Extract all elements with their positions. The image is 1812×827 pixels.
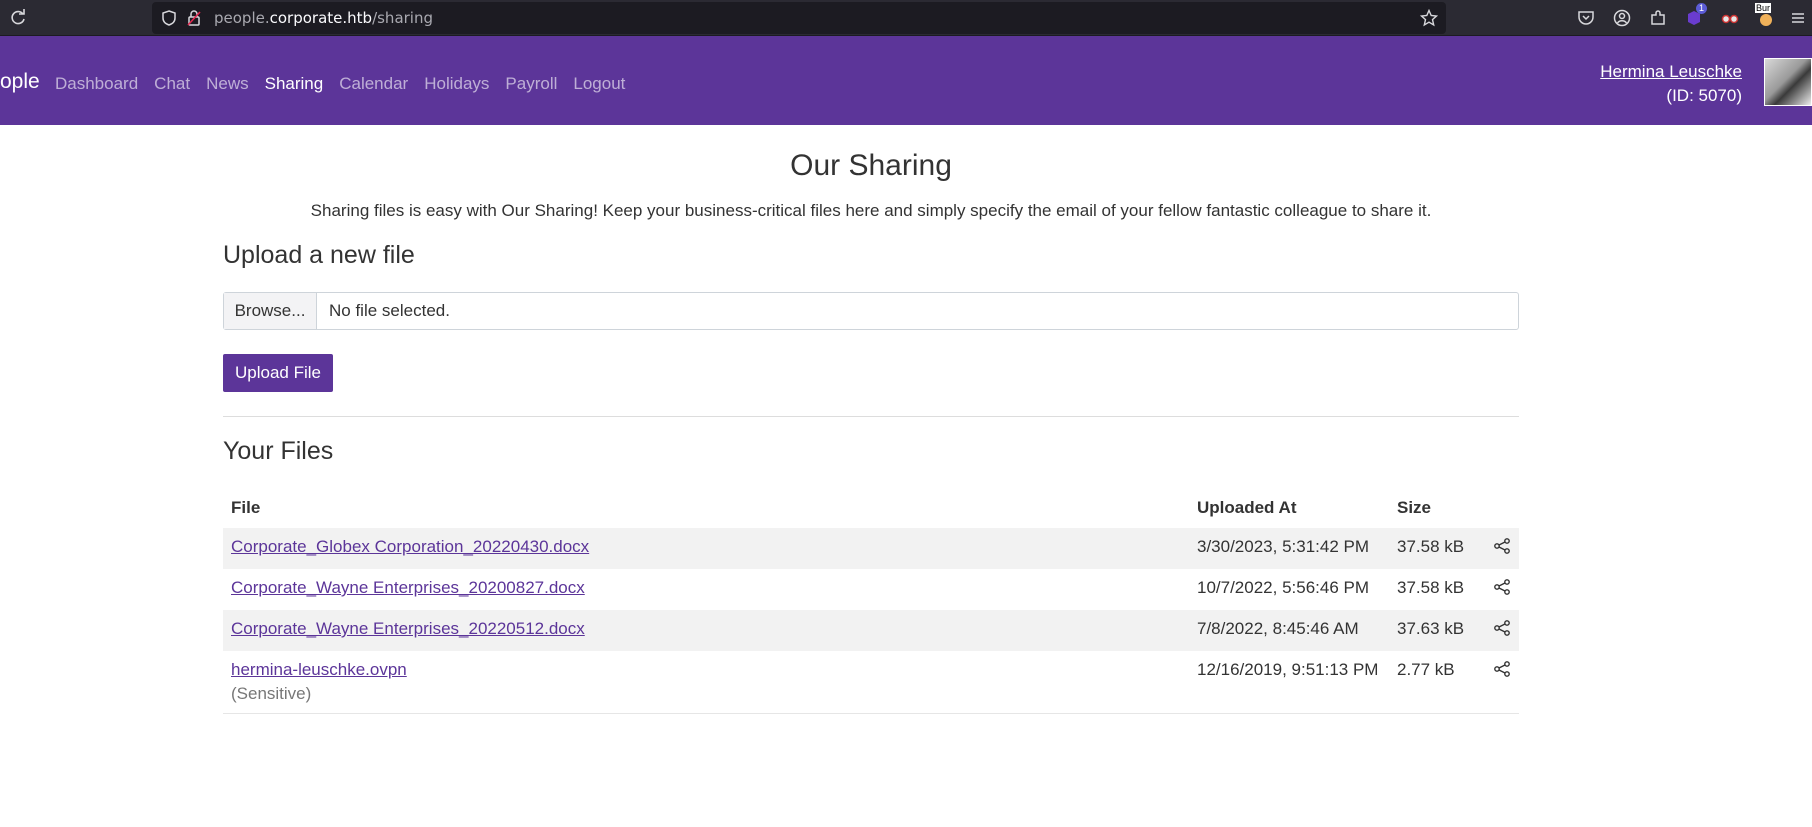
browser-toolbar: people.corporate.htb/sharing 1 Bur xyxy=(0,0,1812,36)
lock-insecure-icon[interactable] xyxy=(185,9,203,27)
uploaded-at: 10/7/2022, 5:56:46 PM xyxy=(1197,578,1370,597)
nav-link-dashboard[interactable]: Dashboard xyxy=(55,74,138,94)
nav-link-calendar[interactable]: Calendar xyxy=(339,74,408,94)
uploaded-at: 7/8/2022, 8:45:46 AM xyxy=(1189,610,1389,651)
page-title: Our Sharing xyxy=(790,149,952,182)
pocket-icon[interactable] xyxy=(1568,0,1604,36)
file-link[interactable]: Corporate_Wayne Enterprises_20220512.doc… xyxy=(231,619,585,638)
user-name-link[interactable]: Hermina Leuschke xyxy=(1600,62,1742,81)
extension-foxyproxy-icon[interactable]: 1 xyxy=(1676,0,1712,36)
shield-icon[interactable] xyxy=(160,9,178,27)
share-icon[interactable] xyxy=(1493,578,1511,596)
account-icon[interactable] xyxy=(1604,0,1640,36)
nav-link-chat[interactable]: Chat xyxy=(154,74,190,94)
header-file: File xyxy=(231,498,261,517)
file-size: 2.77 kB xyxy=(1389,651,1484,714)
header-size: Size xyxy=(1397,498,1432,517)
divider xyxy=(223,416,1519,417)
file-status: No file selected. xyxy=(329,301,450,320)
file-size: 37.63 kB xyxy=(1389,610,1484,651)
table-row: hermina-leuschke.ovpn (Sensitive) 12/16/2… xyxy=(223,651,1519,714)
extension-badge: 1 xyxy=(1695,3,1707,14)
upload-heading: Upload a new file xyxy=(223,241,415,269)
file-size: 37.58 kB xyxy=(1389,528,1484,569)
extension-label: Bur xyxy=(1755,3,1772,13)
extensions-puzzle-icon[interactable] xyxy=(1640,0,1676,36)
sensitive-label: (Sensitive) xyxy=(231,684,312,703)
uploaded-at: 3/30/2023, 5:31:42 PM xyxy=(1189,528,1389,569)
nav-link-news[interactable]: News xyxy=(206,74,249,94)
nav-link-logout[interactable]: Logout xyxy=(573,74,625,94)
nav-link-holidays[interactable]: Holidays xyxy=(424,74,489,94)
extension-glasses-icon[interactable] xyxy=(1712,0,1748,36)
file-input[interactable]: Browse... No file selected. xyxy=(223,292,1519,330)
avatar[interactable] xyxy=(1764,58,1812,106)
reload-icon[interactable] xyxy=(8,8,28,28)
site-navbar: ople Dashboard Chat News Sharing Calenda… xyxy=(0,36,1812,125)
files-heading: Your Files xyxy=(223,437,334,465)
share-icon[interactable] xyxy=(1493,619,1511,637)
menu-icon[interactable] xyxy=(1784,0,1812,36)
user-info: Hermina Leuschke (ID: 5070) xyxy=(1600,60,1742,108)
page-intro: Sharing files is easy with Our Sharing! … xyxy=(310,201,1432,220)
share-icon[interactable] xyxy=(1493,537,1511,555)
address-bar[interactable]: people.corporate.htb/sharing xyxy=(152,2,1446,34)
table-row: Corporate_Wayne Enterprises_20220512.doc… xyxy=(223,610,1519,651)
nav-link-payroll[interactable]: Payroll xyxy=(505,74,557,94)
file-link[interactable]: Corporate_Wayne Enterprises_20200827.doc… xyxy=(231,578,585,597)
file-link[interactable]: hermina-leuschke.ovpn xyxy=(231,660,407,679)
browse-button[interactable]: Browse... xyxy=(224,293,317,329)
main-content: Our Sharing Sharing files is easy with O… xyxy=(223,125,1519,714)
extension-burp-icon[interactable]: Bur xyxy=(1748,0,1784,36)
file-size: 37.58 kB xyxy=(1397,578,1465,597)
upload-file-button[interactable]: Upload File xyxy=(223,354,333,392)
user-id: (ID: 5070) xyxy=(1666,86,1742,105)
url-text: people.corporate.htb/sharing xyxy=(214,9,433,27)
bookmark-star-icon[interactable] xyxy=(1419,8,1439,27)
nav-links: Dashboard Chat News Sharing Calendar Hol… xyxy=(55,74,641,94)
table-row: Corporate_Wayne Enterprises_20200827.doc… xyxy=(223,569,1519,610)
files-table: File Uploaded At Size Corporate_Globex C… xyxy=(223,490,1519,714)
share-icon[interactable] xyxy=(1493,660,1511,678)
table-row: Corporate_Globex Corporation_20220430.do… xyxy=(223,528,1519,569)
brand-logo[interactable]: ople xyxy=(0,70,40,94)
table-header-row: File Uploaded At Size xyxy=(223,490,1519,528)
nav-link-sharing[interactable]: Sharing xyxy=(265,74,324,94)
uploaded-at: 12/16/2019, 9:51:13 PM xyxy=(1189,651,1389,714)
header-uploaded-at: Uploaded At xyxy=(1197,498,1297,517)
file-link[interactable]: Corporate_Globex Corporation_20220430.do… xyxy=(231,537,589,556)
header-share xyxy=(1484,490,1519,528)
